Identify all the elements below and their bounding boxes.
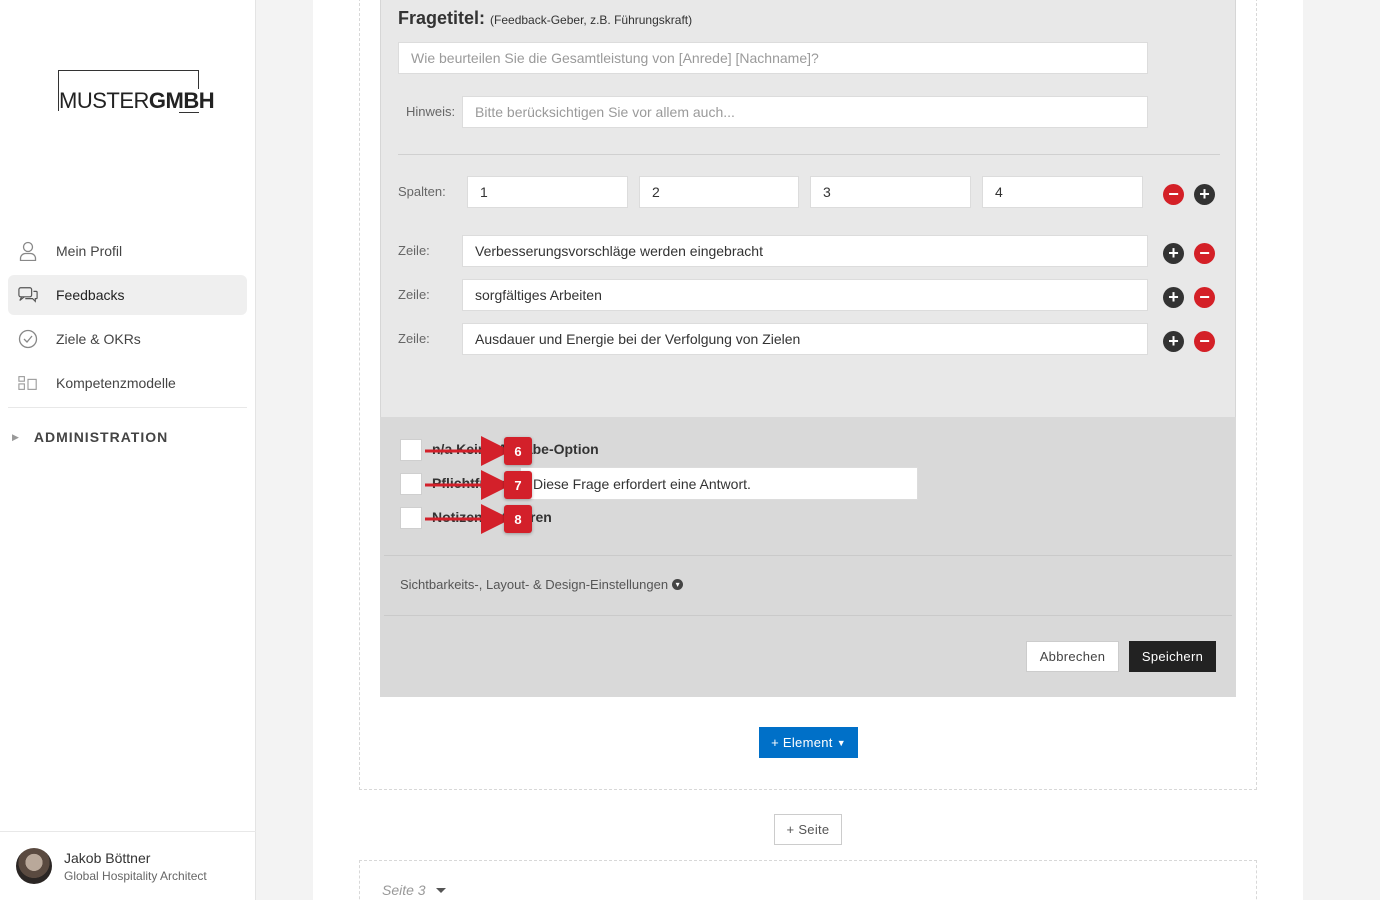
plus-icon: + (1168, 330, 1179, 351)
row-input-1[interactable]: Verbesserungsvorschläge werden eingebrac… (462, 235, 1148, 267)
hint-label: Hinweis: (406, 104, 456, 119)
design-settings-toggle[interactable]: Sichtbarkeits-, Layout- & Design-Einstel… (400, 577, 684, 592)
add-element-button[interactable]: + Element ▼ (759, 727, 858, 758)
page-container-3 (359, 860, 1257, 900)
caret-down-icon: ▼ (836, 737, 846, 748)
page-3-label: Seite 3 (382, 882, 426, 898)
check-circle-icon (18, 329, 38, 349)
required-checkbox[interactable] (400, 473, 422, 495)
annotation-badge-7: 7 (504, 471, 532, 499)
sidebar-item-ziele-okrs[interactable]: Ziele & OKRs (8, 319, 247, 359)
user-role: Global Hospitality Architect (64, 869, 207, 883)
column-input-1[interactable]: 1 (467, 176, 628, 208)
plus-icon: + (1168, 242, 1179, 263)
remove-column-button[interactable]: − (1163, 184, 1184, 205)
divider (398, 154, 1220, 155)
minus-icon: − (1199, 330, 1210, 351)
avatar (16, 848, 52, 884)
question-title-input[interactable]: Wie beurteilen Sie die Gesamtleistung vo… (398, 42, 1148, 74)
sidebar: MUSTERGMBH Mein Profil Feedbacks Ziele &… (0, 0, 256, 900)
question-title-label: Fragetitel: (Feedback-Geber, z.B. Führun… (398, 8, 693, 28)
plus-icon: + (1168, 286, 1179, 307)
add-row-button[interactable]: + (1163, 243, 1184, 264)
row-input-3[interactable]: Ausdauer und Energie bei der Verfolgung … (462, 323, 1148, 355)
user-icon (18, 241, 38, 261)
sidebar-item-label: Ziele & OKRs (56, 331, 141, 347)
add-column-button[interactable]: + (1194, 184, 1215, 205)
columns-label: Spalten: (398, 184, 446, 199)
no-answer-checkbox[interactable] (400, 439, 422, 461)
sidebar-item-feedbacks[interactable]: Feedbacks (8, 275, 247, 315)
annotation-badge-6: 6 (504, 437, 532, 465)
caret-down-icon (435, 887, 446, 893)
question-editor: Fragetitel: (Feedback-Geber, z.B. Führun… (380, 0, 1236, 417)
remove-row-button[interactable]: − (1194, 287, 1215, 308)
required-option-label: Pflichtfrage (432, 475, 510, 491)
page-3-toggle[interactable]: Seite 3 (382, 882, 446, 898)
row-input-2[interactable]: sorgfältiges Arbeiten (462, 279, 1148, 311)
remove-row-button[interactable]: − (1194, 331, 1215, 352)
chevron-down-circle-icon: ▾ (672, 579, 684, 590)
sidebar-item-label: Feedbacks (56, 287, 125, 303)
add-row-button[interactable]: + (1163, 287, 1184, 308)
admin-label: ADMINISTRATION (33, 429, 169, 445)
user-name: Jakob Böttner (64, 850, 151, 866)
model-icon (18, 373, 38, 393)
question-title-hint: (Feedback-Geber, z.B. Führungskraft) (490, 13, 693, 27)
hint-input[interactable]: Bitte berücksichtigen Sie vor allem auch… (462, 96, 1148, 128)
sidebar-item-label: Mein Profil (56, 243, 123, 259)
sidebar-item-kompetenzmodelle[interactable]: Kompetenzmodelle (8, 363, 247, 403)
column-input-4[interactable]: 4 (982, 176, 1143, 208)
cancel-button[interactable]: Abbrechen (1026, 641, 1119, 672)
plus-icon: + (1199, 183, 1210, 204)
chevron-right-icon: ▶ (12, 431, 20, 442)
sidebar-item-mein-profil[interactable]: Mein Profil (8, 231, 247, 271)
sidebar-item-label: Kompetenzmodelle (56, 375, 176, 391)
main-content: Fragetitel: (Feedback-Geber, z.B. Führun… (313, 0, 1303, 900)
user-profile[interactable]: Jakob Böttner Global Hospitality Archite… (0, 831, 256, 900)
column-input-2[interactable]: 2 (639, 176, 799, 208)
logo[interactable]: MUSTERGMBH (57, 70, 217, 115)
sidebar-item-administration[interactable]: ▶ ADMINISTRATION (12, 429, 168, 445)
logo-text-2: GMBH (148, 88, 215, 113)
add-row-button[interactable]: + (1163, 331, 1184, 352)
minus-icon: − (1199, 242, 1210, 263)
divider (384, 555, 1232, 556)
remove-row-button[interactable]: − (1194, 243, 1215, 264)
notes-option-label: Notizen aktivieren (432, 509, 552, 525)
logo-text-1: MUSTER (59, 88, 149, 113)
chat-icon (18, 285, 38, 305)
row-label: Zeile: (398, 331, 430, 346)
sidebar-nav: Mein Profil Feedbacks Ziele & OKRs Kompe… (8, 231, 247, 407)
design-settings-label: Sichtbarkeits-, Layout- & Design-Einstel… (400, 577, 669, 592)
nav-divider (8, 407, 247, 408)
column-input-3[interactable]: 3 (810, 176, 971, 208)
divider (384, 615, 1232, 616)
notes-checkbox[interactable] (400, 507, 422, 529)
required-text-input[interactable]: Diese Frage erfordert eine Antwort. (520, 467, 918, 500)
save-button[interactable]: Speichern (1129, 641, 1216, 672)
minus-icon: − (1168, 183, 1179, 204)
annotation-badge-8: 8 (504, 505, 532, 533)
add-page-button[interactable]: + Seite (774, 814, 842, 845)
row-label: Zeile: (398, 287, 430, 302)
minus-icon: − (1199, 286, 1210, 307)
row-label: Zeile: (398, 243, 430, 258)
